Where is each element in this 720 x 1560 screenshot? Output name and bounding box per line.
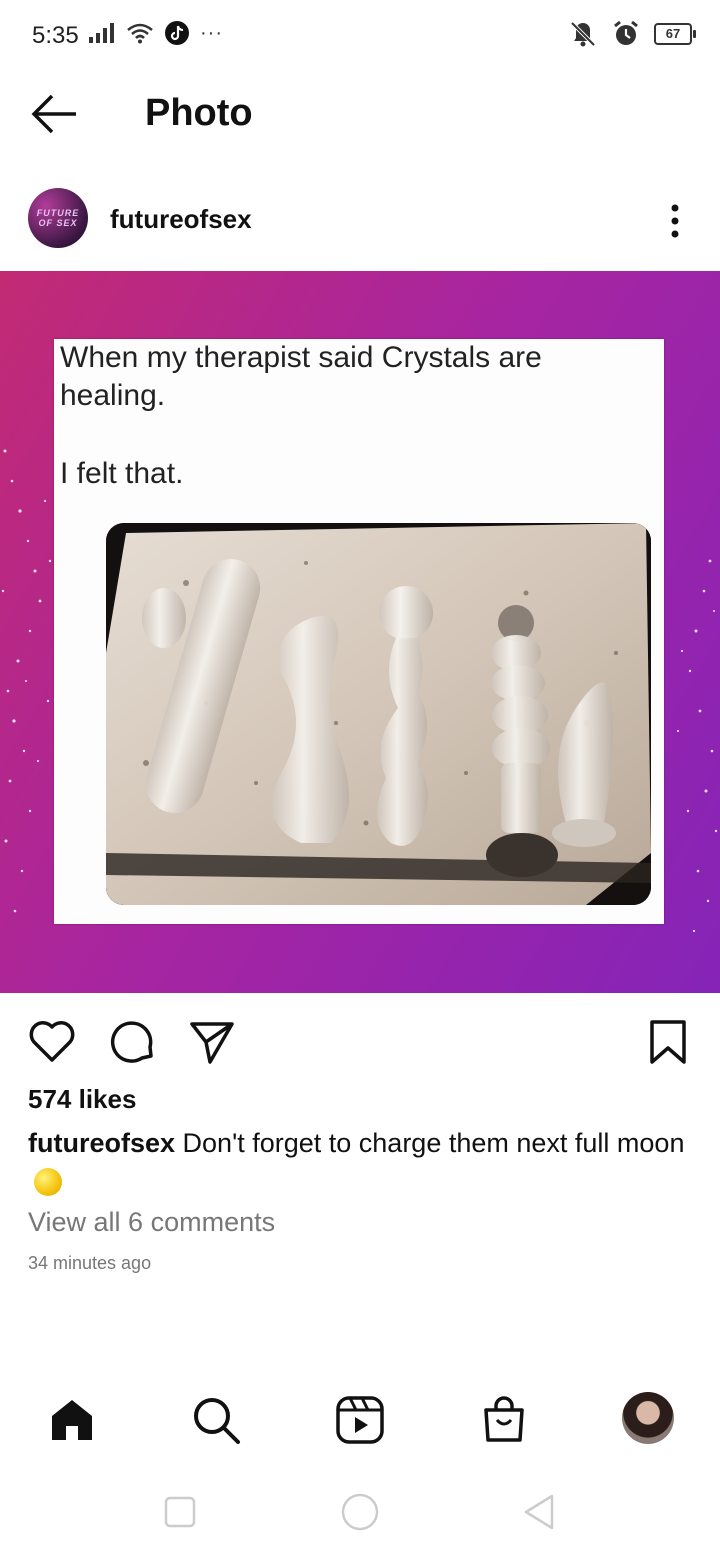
crystal-photo-illustration: [106, 523, 651, 905]
post-author-avatar[interactable]: FUTURE OF SEX: [28, 188, 88, 248]
shop-icon: [484, 1396, 524, 1442]
save-button[interactable]: [642, 1016, 694, 1068]
back-button[interactable]: [30, 92, 80, 136]
bookmark-icon: [650, 1020, 686, 1064]
meme-text-line-3: I felt that.: [60, 457, 184, 490]
back-arrow-icon: [31, 94, 76, 134]
nav-search[interactable]: [188, 1392, 244, 1448]
comment-icon: [110, 1021, 153, 1063]
post-username[interactable]: futureofsex: [110, 204, 252, 235]
nav-reels[interactable]: [332, 1392, 388, 1448]
search-icon: [194, 1398, 240, 1444]
view-comments-link[interactable]: View all 6 comments: [28, 1207, 275, 1238]
battery-icon: 67: [654, 23, 696, 45]
heart-icon: [29, 1021, 75, 1062]
like-button[interactable]: [26, 1016, 78, 1068]
caption-username[interactable]: futureofsex: [28, 1128, 175, 1158]
likes-count[interactable]: 574 likes: [28, 1084, 136, 1115]
nav-profile-avatar[interactable]: [622, 1392, 674, 1444]
full-moon-emoji-icon: [34, 1168, 62, 1196]
sparkle-decoration-right: [676, 559, 718, 933]
mute-icon: [570, 21, 596, 47]
post-caption: futureofsex Don't forget to charge them …: [28, 1124, 688, 1202]
square-icon: [164, 1496, 196, 1528]
more-dots-icon: ···: [200, 21, 223, 44]
comment-button[interactable]: [106, 1016, 158, 1068]
nav-home[interactable]: [44, 1392, 100, 1448]
post-timestamp: 34 minutes ago: [28, 1253, 152, 1273]
meme-text-line-1: When my therapist said Crystals are: [60, 341, 542, 374]
system-recents-button[interactable]: [158, 1490, 202, 1534]
triangle-back-icon: [524, 1494, 554, 1530]
status-icons-right: 67: [568, 20, 696, 48]
home-icon: [52, 1400, 92, 1440]
reels-icon: [336, 1396, 384, 1444]
vertical-dots-icon: [671, 204, 679, 238]
share-icon: [190, 1022, 234, 1064]
status-icons-left: ···: [88, 20, 223, 46]
meme-card: When my therapist said Crystals are heal…: [54, 339, 664, 924]
system-home-button[interactable]: [338, 1490, 382, 1534]
avatar-logo-text: FUTURE OF SEX: [36, 208, 80, 228]
more-options-button[interactable]: [660, 200, 690, 242]
nav-shop[interactable]: [476, 1392, 532, 1448]
post-photo[interactable]: When my therapist said Crystals are heal…: [0, 271, 720, 993]
wifi-icon: [127, 23, 153, 44]
share-button[interactable]: [186, 1016, 238, 1068]
tiktok-icon: [165, 21, 189, 45]
signal-icon: [89, 23, 114, 43]
meme-text-line-2: healing.: [60, 379, 166, 412]
alarm-icon: [614, 20, 638, 45]
page-title: Photo: [145, 92, 253, 134]
caption-text: Don't forget to charge them next full mo…: [175, 1128, 685, 1158]
status-time: 5:35: [32, 22, 79, 49]
circle-icon: [341, 1493, 379, 1531]
system-back-button[interactable]: [518, 1490, 562, 1534]
status-bar: 5:35 ··· 67: [0, 0, 720, 70]
crystal-photo: [106, 523, 651, 905]
